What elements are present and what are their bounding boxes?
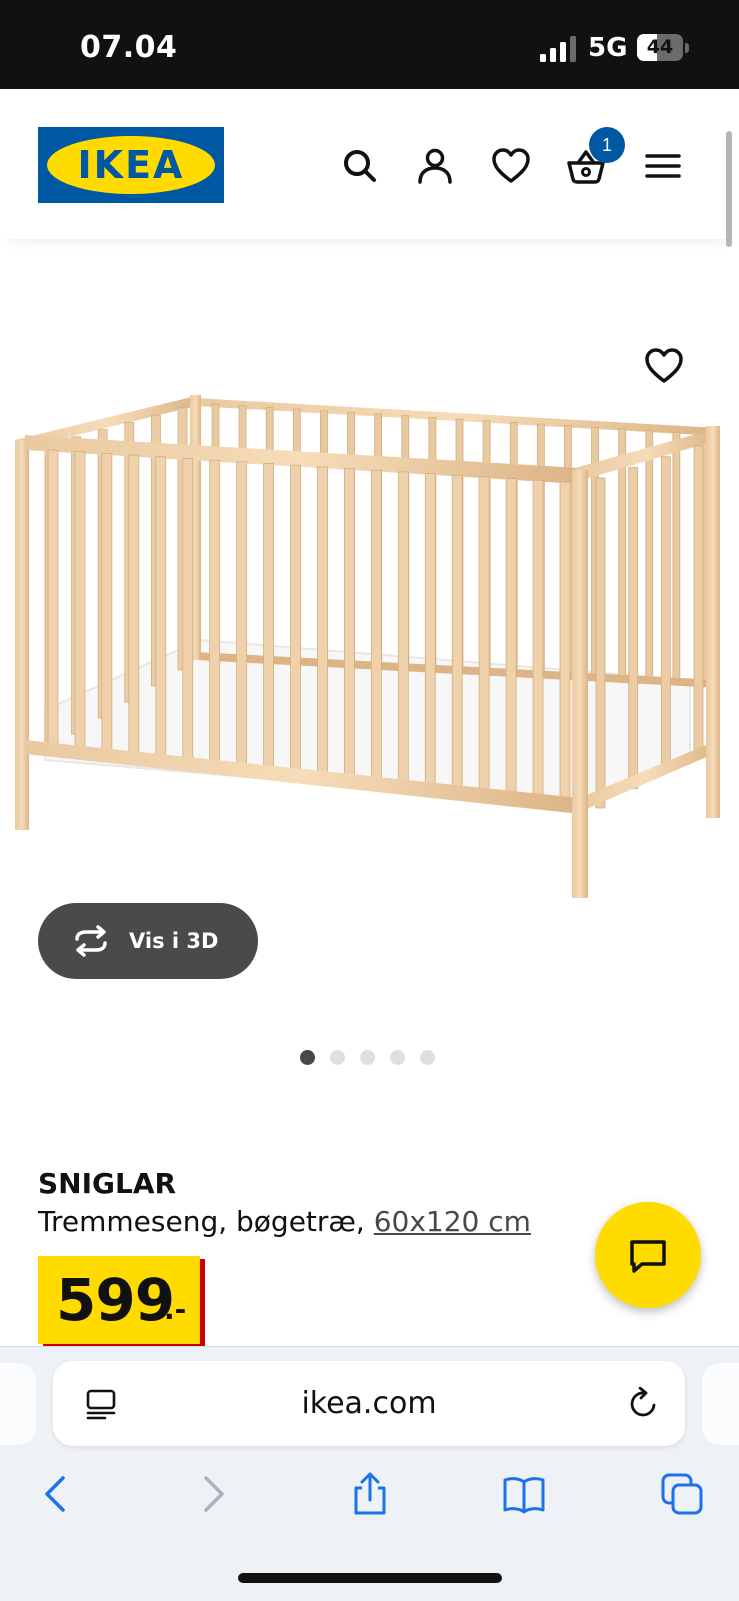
carousel-dot[interactable]: [420, 1050, 435, 1065]
crib-slat: [451, 474, 463, 796]
product-type: Tremmeseng, bøgetræ,: [38, 1205, 365, 1238]
scrollbar[interactable]: [726, 131, 732, 247]
crib-slat: [532, 479, 544, 804]
crib-slat: [155, 456, 167, 764]
previous-tab-preview[interactable]: [0, 1363, 36, 1445]
status-bar: 07.04 5G 44: [0, 0, 739, 89]
crib-slat: [209, 459, 221, 770]
price-suffix: .-: [164, 1293, 187, 1326]
product-name: SNIGLAR: [38, 1167, 177, 1200]
crib-slat: [236, 461, 248, 773]
crib-slat: [317, 466, 328, 781]
price-tag: 599 .-: [38, 1256, 200, 1344]
next-tab-preview[interactable]: [702, 1363, 739, 1445]
bookmarks-icon[interactable]: [502, 1472, 546, 1516]
menu-icon[interactable]: [643, 146, 683, 186]
back-icon[interactable]: [33, 1472, 77, 1516]
search-icon[interactable]: [340, 146, 380, 186]
crib-slat: [182, 458, 194, 767]
crib-slat: [344, 468, 355, 784]
address-bar[interactable]: ikea.com: [53, 1361, 685, 1446]
user-icon[interactable]: [415, 146, 455, 186]
chat-bubble-icon: [630, 1240, 666, 1273]
battery-label: 44: [646, 36, 674, 58]
tabs-icon[interactable]: [660, 1472, 704, 1516]
battery-icon: 44: [637, 34, 689, 61]
network-label: 5G: [588, 33, 628, 63]
crib-slat: [128, 454, 140, 761]
status-time: 07.04: [80, 30, 178, 65]
crib-slat: [628, 466, 639, 790]
view-in-3d-label: Vis i 3D: [129, 929, 219, 953]
product-image[interactable]: [0, 240, 739, 960]
forward-icon[interactable]: [192, 1472, 236, 1516]
crib-slat: [290, 464, 301, 778]
favorite-heart-icon[interactable]: [644, 346, 684, 386]
site-header: IKEA 1: [0, 89, 739, 239]
heart-icon[interactable]: [491, 146, 531, 186]
crib-slat: [397, 471, 409, 790]
crib-slat: [424, 473, 436, 793]
carousel-dot[interactable]: [360, 1050, 375, 1065]
crib-slat: [47, 449, 59, 753]
logo-text: IKEA: [77, 143, 185, 187]
crib-slat: [101, 452, 113, 759]
crib-slat: [595, 477, 606, 809]
crib-slat: [74, 451, 86, 756]
share-icon[interactable]: [348, 1472, 392, 1516]
crib-slat: [370, 469, 382, 787]
crib-slat: [505, 478, 517, 801]
crib-slat: [672, 431, 681, 681]
rotate-3d-icon: [75, 925, 107, 957]
ikea-logo[interactable]: IKEA: [38, 127, 224, 203]
chat-button[interactable]: [595, 1202, 701, 1308]
image-carousel-dots[interactable]: [300, 1050, 440, 1066]
carousel-dot[interactable]: [330, 1050, 345, 1065]
crib-slat: [693, 445, 704, 751]
crib-slat: [660, 456, 671, 770]
browser-toolbar: ikea.com: [0, 1346, 739, 1601]
home-indicator[interactable]: [238, 1573, 502, 1583]
url-text: ikea.com: [301, 1386, 437, 1421]
price-value: 599: [56, 1266, 175, 1334]
crib-slat: [263, 463, 274, 776]
crib-slat: [478, 476, 490, 798]
carousel-dot[interactable]: [390, 1050, 405, 1065]
product-size-link[interactable]: 60x120 cm: [374, 1205, 531, 1238]
view-in-3d-button[interactable]: Vis i 3D: [38, 903, 258, 979]
carousel-dot[interactable]: [300, 1050, 315, 1065]
signal-strength-icon: [540, 36, 576, 62]
crib-slat: [559, 481, 571, 807]
crib-slat: [645, 430, 654, 680]
product-description: Tremmeseng, bøgetræ, 60x120 cm: [38, 1205, 531, 1238]
cart-count-badge: 1: [589, 127, 625, 163]
reload-icon[interactable]: [627, 1387, 661, 1421]
